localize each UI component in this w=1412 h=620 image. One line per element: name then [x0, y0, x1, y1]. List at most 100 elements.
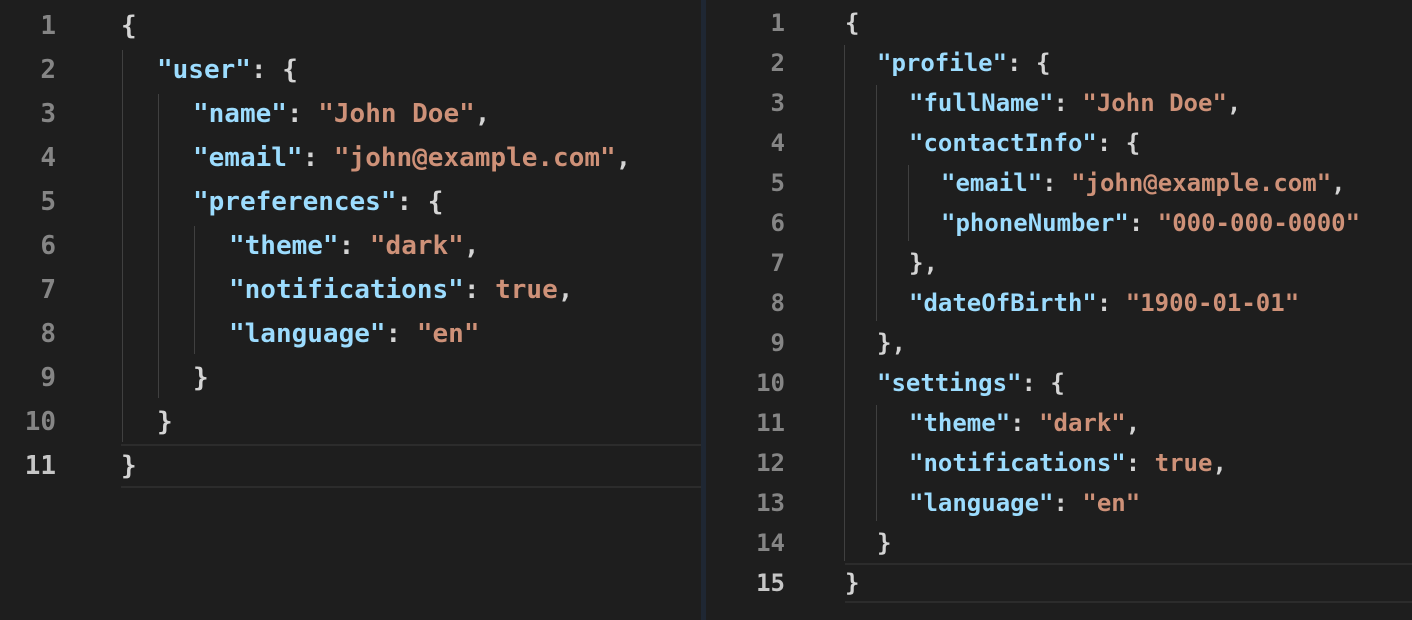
line-number: 10	[24, 407, 56, 437]
right-editor-pane[interactable]: 1{2 "profile": {3 "fullName": "John Doe", 4…	[706, 0, 1412, 620]
json-key: "notifications"	[909, 449, 1126, 477]
line-number: 6	[40, 231, 56, 261]
indent-guide	[908, 165, 909, 241]
json-punctuation: :	[1125, 449, 1155, 477]
json-key: "name"	[193, 99, 287, 129]
json-key: "language"	[229, 319, 386, 349]
line-number: 11	[24, 451, 56, 481]
code-line[interactable]: }	[877, 523, 891, 563]
json-punctuation: :	[338, 231, 370, 261]
line-number: 9	[40, 363, 56, 393]
json-key: "settings"	[877, 369, 1022, 397]
code-line[interactable]: "email": "john@example.com",	[193, 136, 631, 180]
json-punctuation: },	[877, 329, 906, 357]
json-punctuation: :	[286, 99, 319, 129]
code-line[interactable]: "notifications": true,	[229, 268, 573, 312]
json-punctuation: :	[463, 275, 496, 305]
json-key: "contactInfo"	[909, 129, 1097, 157]
json-punctuation: }	[121, 451, 137, 481]
json-value: "john@example.com"	[333, 143, 616, 173]
json-punctuation: : {	[1096, 129, 1141, 157]
json-value: "John Doe"	[1082, 89, 1227, 117]
code-line[interactable]: "language": "en"	[909, 483, 1140, 523]
code-line[interactable]: "dateOfBirth": "1900-01-01"	[909, 283, 1299, 323]
line-number: 9	[770, 329, 785, 357]
line-number: 2	[40, 55, 56, 85]
json-punctuation: }	[193, 363, 209, 393]
json-punctuation: ,	[463, 231, 480, 261]
json-value: "dark"	[369, 231, 464, 261]
code-line[interactable]: }	[121, 444, 137, 488]
json-punctuation: :	[1128, 209, 1158, 237]
json-punctuation: }	[157, 407, 173, 437]
code-line[interactable]: "phoneNumber": "000-000-0000"	[941, 203, 1360, 243]
json-punctuation: ,	[1331, 169, 1346, 197]
line-number: 6	[770, 209, 785, 237]
indent-guide	[158, 94, 159, 398]
code-line[interactable]: {	[845, 3, 859, 43]
code-line[interactable]: "user": {	[157, 48, 298, 92]
code-line[interactable]: "theme": "dark",	[909, 403, 1140, 443]
json-key: "theme"	[229, 231, 339, 261]
json-punctuation: :	[1053, 489, 1083, 517]
code-line[interactable]: "settings": {	[877, 363, 1065, 403]
json-punctuation: :	[385, 319, 417, 349]
json-value: "John Doe"	[318, 99, 475, 129]
line-number: 12	[756, 449, 785, 477]
code-line[interactable]: }	[193, 356, 209, 400]
json-key: "dateOfBirth"	[909, 289, 1097, 317]
code-line[interactable]: "contactInfo": {	[909, 123, 1140, 163]
code-line[interactable]: }	[157, 400, 173, 444]
code-line[interactable]: {	[121, 4, 137, 48]
json-punctuation: : {	[1007, 49, 1051, 77]
line-number: 7	[770, 249, 785, 277]
line-number: 7	[40, 275, 56, 305]
left-editor-pane[interactable]: 1{2 "user": {3 "name": "John Doe", 4 "email"…	[0, 0, 702, 620]
line-number: 5	[40, 187, 56, 217]
line-number: 4	[40, 143, 56, 173]
code-line[interactable]: "profile": {	[877, 43, 1050, 83]
current-line-highlight	[121, 444, 702, 488]
code-line[interactable]: "notifications": true,	[909, 443, 1227, 483]
json-key: "preferences"	[193, 187, 397, 217]
code-line[interactable]: "language": "en"	[229, 312, 479, 356]
json-value: true	[495, 275, 558, 305]
indent-guide	[876, 405, 877, 521]
json-punctuation: }	[877, 529, 892, 557]
code-line[interactable]: "preferences": {	[193, 180, 443, 224]
json-value: "000-000-0000"	[1157, 209, 1361, 237]
code-line[interactable]: }	[845, 563, 859, 603]
json-punctuation: },	[909, 249, 938, 277]
json-punctuation: : {	[1021, 369, 1065, 397]
json-value: true	[1154, 449, 1213, 477]
indent-guide	[194, 226, 195, 354]
json-punctuation: {	[121, 11, 137, 41]
current-line-highlight	[845, 563, 1412, 603]
indent-guide	[844, 45, 845, 561]
json-punctuation: : {	[396, 187, 444, 217]
line-number: 4	[770, 129, 785, 157]
code-line[interactable]: "email": "john@example.com",	[941, 163, 1346, 203]
json-punctuation: ,	[1125, 409, 1141, 437]
json-key: "phoneNumber"	[941, 209, 1129, 237]
code-line[interactable]: "fullName": "John Doe",	[909, 83, 1241, 123]
indent-guide	[876, 85, 877, 321]
json-punctuation: ,	[1226, 89, 1242, 117]
json-key: "fullName"	[909, 89, 1054, 117]
code-line[interactable]: },	[909, 243, 938, 283]
code-line[interactable]: "name": "John Doe",	[193, 92, 490, 136]
line-number: 10	[756, 369, 785, 397]
json-key: "profile"	[877, 49, 1008, 77]
json-punctuation: :	[1042, 169, 1072, 197]
json-punctuation: ,	[474, 99, 491, 129]
json-punctuation: ,	[1212, 449, 1227, 477]
line-number: 14	[756, 529, 785, 557]
json-key: "notifications"	[229, 275, 464, 305]
json-value: "en"	[1082, 489, 1141, 517]
json-value: "en"	[416, 319, 480, 349]
code-line[interactable]: },	[877, 323, 906, 363]
json-punctuation: {	[845, 9, 860, 37]
json-key: "user"	[157, 55, 251, 85]
json-value: "john@example.com"	[1071, 169, 1332, 197]
code-line[interactable]: "theme": "dark",	[229, 224, 479, 268]
